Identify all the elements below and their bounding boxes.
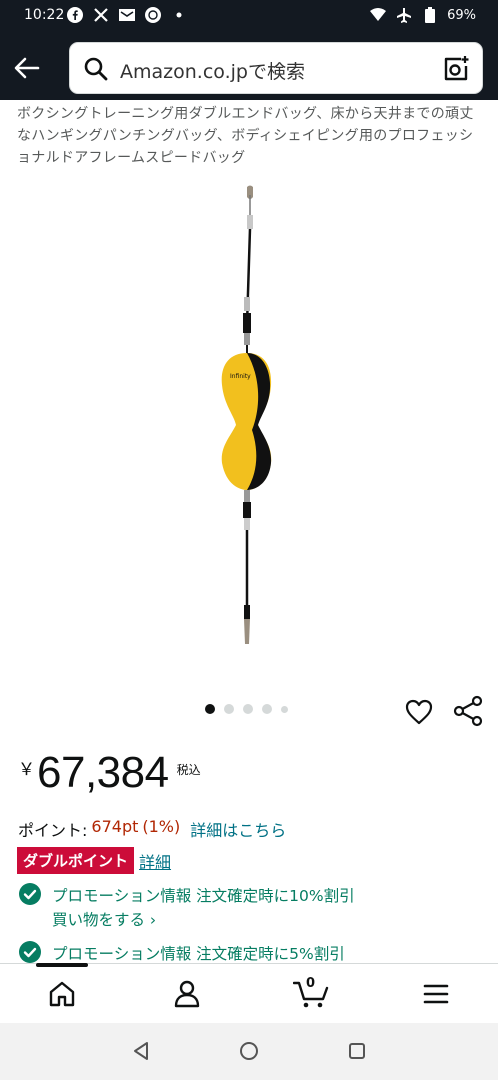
back-button[interactable]	[10, 51, 44, 85]
status-bar: 10:22 69%	[0, 0, 498, 34]
x-icon	[92, 6, 110, 24]
search-input[interactable]: Amazon.co.jpで検索	[69, 42, 483, 94]
double-points-badge: ダブルポイント	[17, 847, 135, 874]
search-icon	[84, 57, 108, 81]
tax-label: 税込	[176, 763, 201, 777]
heart-icon[interactable]	[404, 697, 434, 727]
dot-icon	[170, 6, 188, 24]
share-icon[interactable]	[452, 695, 484, 727]
hook-bottom	[244, 619, 250, 644]
points-value: 674pt	[91, 817, 139, 836]
system-back-icon[interactable]	[130, 1040, 152, 1062]
double-points-row: ダブルポイント 詳細	[17, 847, 171, 874]
home-icon[interactable]	[47, 979, 77, 1009]
points-row: ポイント: 674pt (1%) 詳細はこちら	[18, 817, 286, 841]
system-nav-bar	[0, 1023, 498, 1080]
currency-symbol: ￥	[18, 760, 35, 780]
bottom-nav: 0	[0, 963, 498, 1023]
promotion-shop-link[interactable]: 買い物をする ›	[52, 908, 156, 930]
cart-button[interactable]: 0	[292, 976, 329, 1009]
camera-search-icon[interactable]	[442, 55, 470, 83]
check-circle-icon	[19, 941, 41, 963]
carousel-dot[interactable]	[205, 704, 215, 714]
image-carousel-dots[interactable]	[205, 704, 288, 714]
account-icon[interactable]	[172, 979, 202, 1009]
facebook-icon	[66, 6, 84, 24]
carousel-dot[interactable]	[281, 705, 288, 713]
product-title[interactable]: ボクシングトレーニング用ダブルエンドバッグ、床から天井までの頑丈なハンギングパン…	[17, 103, 487, 169]
price: ￥ 67,384 税込	[18, 745, 201, 801]
promotion-text: プロモーション情報 注文確定時に10%割引	[52, 887, 355, 905]
price-value: 67,384	[37, 748, 169, 797]
menu-icon[interactable]	[421, 979, 451, 1009]
carousel-dot[interactable]	[224, 704, 234, 714]
cart-count: 0	[306, 976, 316, 991]
search-header: Amazon.co.jpで検索	[0, 34, 498, 100]
double-points-details-link[interactable]: 詳細	[139, 849, 171, 873]
mail-icon	[118, 6, 136, 24]
points-percent: (1%)	[142, 817, 181, 836]
battery-level: 69%	[447, 7, 476, 23]
search-placeholder: Amazon.co.jpで検索	[120, 61, 305, 83]
airplane-icon	[395, 6, 413, 24]
status-time: 10:22	[24, 7, 65, 23]
system-home-icon[interactable]	[238, 1040, 260, 1062]
wifi-icon	[369, 6, 387, 24]
arrow-left-icon	[14, 57, 40, 79]
points-label: ポイント:	[18, 821, 88, 840]
promotion-text: プロモーション情報 注文確定時に5%割引	[52, 945, 345, 963]
carousel-dot[interactable]	[243, 704, 253, 714]
points-details-link[interactable]: 詳細はこちら	[190, 817, 286, 841]
product-image[interactable]: Infinity	[180, 185, 320, 655]
battery-icon	[421, 6, 439, 24]
active-tab-indicator	[36, 963, 88, 967]
carousel-dot[interactable]	[262, 704, 272, 714]
svg-text:Infinity: Infinity	[230, 373, 251, 380]
check-circle-icon	[19, 883, 41, 905]
app-icon	[144, 6, 162, 24]
system-recents-icon[interactable]	[346, 1040, 368, 1062]
